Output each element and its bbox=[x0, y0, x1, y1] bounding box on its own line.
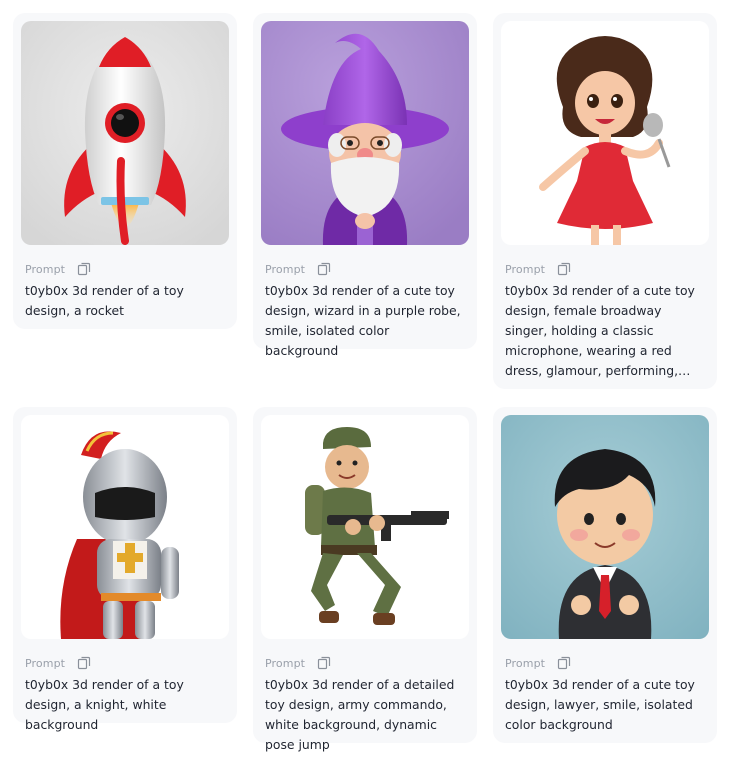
prompt-text: t0yb0x 3d render of a detailed toy desig… bbox=[265, 677, 455, 752]
rocket-toy-image[interactable] bbox=[21, 21, 229, 245]
prompt-text: t0yb0x 3d render of a cute toy design, l… bbox=[505, 677, 695, 732]
prompt-label: Prompt bbox=[25, 656, 66, 670]
copy-icon[interactable] bbox=[557, 656, 571, 670]
prompt-label: Prompt bbox=[265, 262, 306, 276]
gallery-card[interactable]: Prompt t0yb0x 3d render of a cute toy de… bbox=[493, 13, 717, 389]
prompt-text: t0yb0x 3d render of a cute toy design, f… bbox=[505, 283, 695, 378]
copy-icon[interactable] bbox=[317, 656, 331, 670]
gallery-card[interactable]: Prompt t0yb0x 3d render of a toy design,… bbox=[13, 13, 237, 329]
singer-toy-image[interactable] bbox=[501, 21, 709, 245]
copy-icon[interactable] bbox=[317, 262, 331, 276]
copy-icon[interactable] bbox=[77, 656, 91, 670]
lawyer-toy-image[interactable] bbox=[501, 415, 709, 639]
commando-toy-image[interactable] bbox=[261, 415, 469, 639]
prompt-label: Prompt bbox=[505, 656, 546, 670]
copy-icon[interactable] bbox=[557, 262, 571, 276]
copy-icon[interactable] bbox=[77, 262, 91, 276]
knight-toy-image[interactable] bbox=[21, 415, 229, 639]
prompt-text: t0yb0x 3d render of a toy design, a knig… bbox=[25, 677, 184, 732]
gallery-card[interactable]: Prompt t0yb0x 3d render of a cute toy de… bbox=[253, 13, 477, 358]
gallery-card[interactable]: Prompt t0yb0x 3d render of a toy design,… bbox=[13, 407, 237, 732]
prompt-label: Prompt bbox=[25, 262, 66, 276]
prompt-label: Prompt bbox=[265, 656, 306, 670]
wizard-toy-image[interactable] bbox=[261, 21, 469, 245]
prompt-text: t0yb0x 3d render of a toy design, a rock… bbox=[25, 283, 184, 318]
prompt-text: t0yb0x 3d render of a cute toy design, w… bbox=[265, 283, 461, 358]
prompt-label: Prompt bbox=[505, 262, 546, 276]
gallery-card[interactable]: Prompt t0yb0x 3d render of a cute toy de… bbox=[493, 407, 717, 743]
gallery-card[interactable]: Prompt t0yb0x 3d render of a detailed to… bbox=[253, 407, 477, 752]
